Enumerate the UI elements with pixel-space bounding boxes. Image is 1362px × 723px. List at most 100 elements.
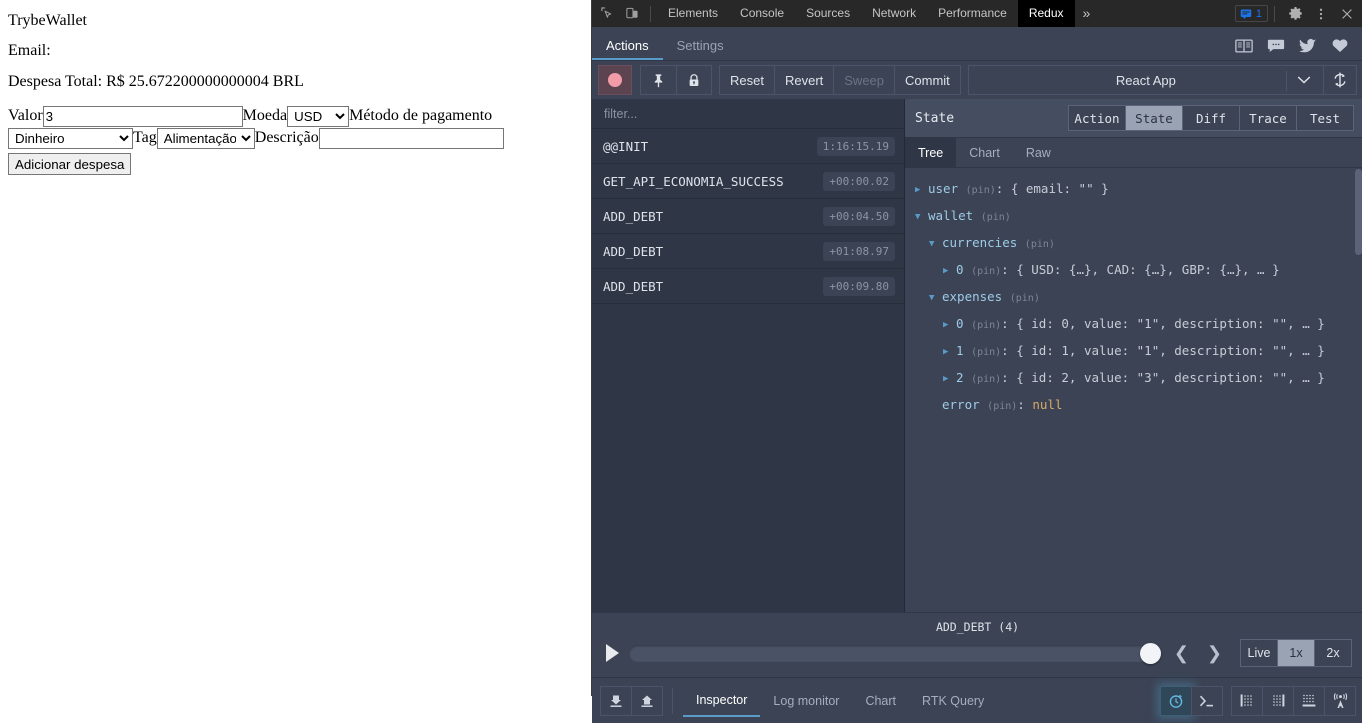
- timer-icon[interactable]: [1160, 685, 1192, 716]
- pin-button[interactable]: [640, 65, 677, 95]
- action-list-item[interactable]: @@INIT 1:16:15.19: [592, 129, 904, 164]
- terminal-icon[interactable]: [1191, 685, 1223, 716]
- slider-thumb[interactable]: [1139, 642, 1161, 664]
- action-name: ADD_DEBT: [603, 208, 664, 224]
- chevron-right-icon[interactable]: ▶: [943, 340, 956, 365]
- tree-sep: :: [1001, 316, 1017, 331]
- devtools-more-tabs-icon[interactable]: »: [1075, 0, 1099, 27]
- segment-state[interactable]: State: [1125, 105, 1183, 131]
- monitor-tab-chart[interactable]: Chart: [852, 686, 909, 716]
- kebab-menu-icon[interactable]: [1309, 2, 1333, 26]
- commit-button[interactable]: Commit: [894, 65, 961, 95]
- tree-key: wallet: [928, 208, 974, 223]
- refresh-button[interactable]: [1323, 65, 1357, 95]
- subtab-chart[interactable]: Chart: [956, 138, 1013, 167]
- valor-input[interactable]: [42, 106, 243, 127]
- action-timestamp: +00:09.80: [823, 276, 895, 296]
- devtools-tab-elements[interactable]: Elements: [657, 0, 729, 27]
- action-list-item[interactable]: GET_API_ECONOMIA_SUCCESS +00:00.02: [592, 164, 904, 199]
- segment-action[interactable]: Action: [1068, 105, 1126, 131]
- inspect-element-icon[interactable]: [594, 2, 618, 26]
- gear-icon[interactable]: [1283, 2, 1307, 26]
- tree-value: { id: 2, value: "3", description: "", … …: [1016, 370, 1325, 385]
- twitter-icon[interactable]: [1299, 38, 1317, 54]
- chat-icon[interactable]: [1267, 38, 1285, 54]
- instance-selector[interactable]: React App: [967, 65, 1324, 95]
- segment-test[interactable]: Test: [1296, 105, 1354, 131]
- descricao-input[interactable]: [318, 128, 504, 149]
- devtools-tab-performance[interactable]: Performance: [927, 0, 1018, 27]
- tree-node-expense-2[interactable]: ▶ 2 (pin): { id: 2, value: "3", descripti…: [915, 365, 1362, 392]
- state-scrollbar[interactable]: [1355, 169, 1362, 255]
- speed-live-button[interactable]: Live: [1240, 639, 1278, 667]
- moeda-select[interactable]: USD: [287, 106, 350, 127]
- chevron-down-icon[interactable]: ▼: [915, 205, 928, 230]
- speed-1x-button[interactable]: 1x: [1277, 639, 1315, 667]
- sweep-button[interactable]: Sweep: [833, 65, 896, 95]
- action-list-item[interactable]: ADD_DEBT +00:04.50: [592, 199, 904, 234]
- speed-2x-button[interactable]: 2x: [1314, 639, 1352, 667]
- tree-node-currencies[interactable]: ▼ currencies (pin): [915, 230, 1362, 257]
- timetravel-slider[interactable]: [629, 642, 1161, 664]
- dock-bottom-icon[interactable]: [1293, 685, 1325, 716]
- tree-node-expense-1[interactable]: ▶ 1 (pin): { id: 1, value: "1", descripti…: [915, 338, 1362, 365]
- reset-button[interactable]: Reset: [719, 65, 775, 95]
- tree-value: { id: 0, value: "1", description: "", … …: [1016, 316, 1325, 331]
- current-action-label: ADD_DEBT (4): [935, 620, 1020, 634]
- chevron-down-icon[interactable]: ▼: [929, 232, 942, 257]
- remote-icon[interactable]: [1324, 685, 1356, 716]
- subtab-raw[interactable]: Raw: [1013, 138, 1064, 167]
- segment-trace[interactable]: Trace: [1239, 105, 1297, 131]
- export-button[interactable]: [631, 685, 663, 716]
- device-toolbar-icon[interactable]: [620, 2, 644, 26]
- tag-select[interactable]: Alimentação: [156, 128, 255, 149]
- lock-button[interactable]: [676, 65, 712, 95]
- previous-action-button[interactable]: ❮: [1170, 643, 1193, 664]
- action-list-item[interactable]: ADD_DEBT +01:08.97: [592, 234, 904, 269]
- monitor-tab-log-monitor[interactable]: Log monitor: [760, 686, 852, 716]
- dock-left-icon[interactable]: [1231, 685, 1263, 716]
- play-button[interactable]: [606, 644, 619, 662]
- next-action-button[interactable]: ❯: [1203, 643, 1226, 664]
- segment-diff[interactable]: Diff: [1182, 105, 1240, 131]
- add-expense-button[interactable]: Adicionar despesa: [8, 153, 132, 176]
- dock-right-icon[interactable]: [1262, 685, 1294, 716]
- action-list-item[interactable]: ADD_DEBT +00:09.80: [592, 269, 904, 304]
- redux-tab-actions[interactable]: Actions: [592, 39, 663, 60]
- tree-node-expenses[interactable]: ▼ expenses (pin): [915, 284, 1362, 311]
- devtools-tab-console[interactable]: Console: [729, 0, 795, 27]
- redux-tab-settings[interactable]: Settings: [663, 39, 738, 60]
- chevron-right-icon[interactable]: ▶: [915, 178, 928, 203]
- import-button[interactable]: [600, 685, 632, 716]
- tree-value: { USD: {…}, CAD: {…}, GBP: {…}, … }: [1016, 262, 1280, 277]
- heart-icon[interactable]: [1331, 38, 1349, 54]
- record-button[interactable]: [598, 65, 632, 95]
- pin-label: (pin): [971, 374, 1002, 385]
- chevron-right-icon[interactable]: ▶: [943, 367, 956, 392]
- monitor-tab-inspector[interactable]: Inspector: [683, 685, 761, 717]
- tree-node-error[interactable]: error (pin): null: [915, 392, 1362, 419]
- monitor-tab-rtk-query[interactable]: RTK Query: [909, 686, 997, 716]
- book-icon[interactable]: [1235, 38, 1253, 54]
- devtools-tab-sources[interactable]: Sources: [795, 0, 861, 27]
- dispatch-group: Reset Revert Sweep Commit: [719, 65, 961, 95]
- actions-filter-input[interactable]: filter...: [592, 99, 904, 129]
- chevron-right-icon[interactable]: ▶: [943, 313, 956, 338]
- pin-label: (pin): [971, 266, 1002, 277]
- chevron-right-icon[interactable]: ▶: [943, 259, 956, 284]
- close-icon[interactable]: [1335, 2, 1359, 26]
- issues-count: 1: [1255, 7, 1262, 20]
- pin-label: (pin): [1024, 239, 1055, 250]
- chevron-down-icon[interactable]: ▼: [929, 286, 942, 311]
- tree-node-wallet[interactable]: ▼ wallet (pin): [915, 203, 1362, 230]
- devtools-tab-network[interactable]: Network: [861, 0, 927, 27]
- issues-badge[interactable]: 1: [1234, 5, 1268, 22]
- tree-node-currencies-0[interactable]: ▶ 0 (pin): { USD: {…}, CAD: {…}, GBP: {…}…: [915, 257, 1362, 284]
- chevron-down-icon[interactable]: [1297, 76, 1311, 85]
- metodo-select[interactable]: Dinheiro: [8, 128, 133, 149]
- devtools-tab-redux[interactable]: Redux: [1017, 0, 1075, 27]
- tree-node-user[interactable]: ▶ user (pin): { email: "" }: [915, 176, 1362, 203]
- tree-node-expense-0[interactable]: ▶ 0 (pin): { id: 0, value: "1", descripti…: [915, 311, 1362, 338]
- revert-button[interactable]: Revert: [773, 65, 835, 95]
- subtab-tree[interactable]: Tree: [905, 138, 957, 167]
